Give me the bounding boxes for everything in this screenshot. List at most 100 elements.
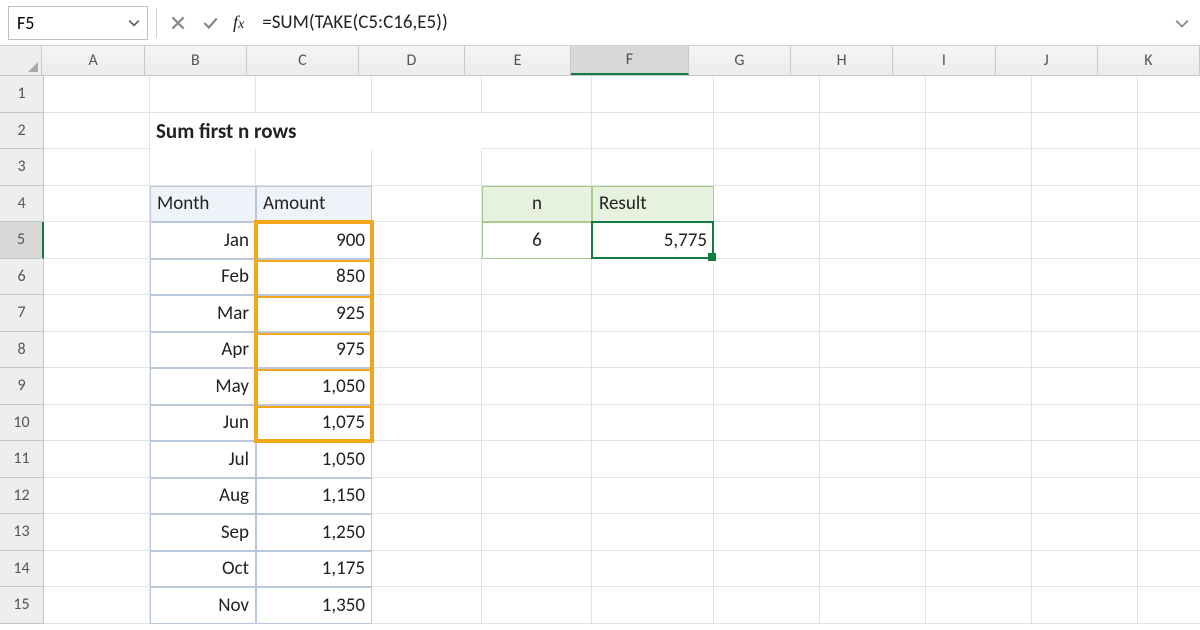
col-header-E[interactable]: E: [465, 46, 571, 75]
cell[interactable]: [1032, 76, 1138, 113]
cell[interactable]: [482, 587, 592, 624]
cell[interactable]: [820, 551, 926, 588]
cell[interactable]: [372, 149, 482, 186]
table-cell-month[interactable]: Aug: [150, 478, 256, 515]
cell[interactable]: [926, 441, 1032, 478]
cell[interactable]: [592, 113, 714, 150]
cell[interactable]: [482, 149, 592, 186]
cell[interactable]: [372, 186, 482, 223]
cell[interactable]: [1138, 514, 1200, 551]
table-header-month[interactable]: Month: [150, 186, 256, 223]
cell[interactable]: [44, 295, 150, 332]
cell[interactable]: [592, 149, 714, 186]
cell[interactable]: [256, 149, 372, 186]
row-header-15[interactable]: 15: [0, 587, 44, 624]
cell[interactable]: [926, 222, 1032, 259]
cell[interactable]: [1138, 478, 1200, 515]
cell[interactable]: [820, 332, 926, 369]
cell[interactable]: [482, 478, 592, 515]
cell[interactable]: [820, 478, 926, 515]
cell[interactable]: [1032, 514, 1138, 551]
result-cell-n[interactable]: 6: [482, 222, 592, 259]
cell[interactable]: [820, 149, 926, 186]
row-header-1[interactable]: 1: [0, 76, 44, 113]
row-header-5[interactable]: 5: [0, 222, 44, 259]
table-cell-month[interactable]: Feb: [150, 259, 256, 296]
col-header-D[interactable]: D: [359, 46, 465, 75]
table-cell-amount[interactable]: 975: [256, 332, 372, 369]
table-cell-amount[interactable]: 1,050: [256, 368, 372, 405]
cell[interactable]: [926, 332, 1032, 369]
cell[interactable]: [714, 332, 820, 369]
cell[interactable]: [1032, 587, 1138, 624]
cell[interactable]: [44, 149, 150, 186]
cell[interactable]: [1032, 295, 1138, 332]
name-box[interactable]: F5: [8, 6, 148, 40]
cell[interactable]: [820, 587, 926, 624]
cell[interactable]: [714, 368, 820, 405]
cell[interactable]: [592, 478, 714, 515]
table-cell-amount[interactable]: 1,075: [256, 405, 372, 442]
cell[interactable]: [592, 76, 714, 113]
cell[interactable]: [150, 76, 256, 113]
cell[interactable]: [1032, 405, 1138, 442]
cell[interactable]: [926, 113, 1032, 150]
table-cell-amount[interactable]: 1,250: [256, 514, 372, 551]
cell[interactable]: [256, 76, 372, 113]
result-header-result[interactable]: Result: [592, 186, 714, 223]
fx-icon[interactable]: fx: [229, 12, 248, 33]
cell[interactable]: [926, 149, 1032, 186]
cell[interactable]: [714, 405, 820, 442]
table-cell-amount[interactable]: 1,350: [256, 587, 372, 624]
cell[interactable]: [1138, 587, 1200, 624]
cell[interactable]: [714, 76, 820, 113]
cell[interactable]: [820, 113, 926, 150]
table-cell-month[interactable]: Nov: [150, 587, 256, 624]
formula-input[interactable]: [254, 6, 1166, 40]
col-header-C[interactable]: C: [247, 46, 359, 75]
cell[interactable]: [592, 332, 714, 369]
cell[interactable]: [482, 259, 592, 296]
cell[interactable]: [1138, 149, 1200, 186]
chevron-down-icon[interactable]: [127, 16, 141, 30]
col-header-I[interactable]: I: [893, 46, 995, 75]
cell[interactable]: [482, 295, 592, 332]
row-header-4[interactable]: 4: [0, 186, 44, 223]
row-header-12[interactable]: 12: [0, 478, 44, 515]
cell[interactable]: [820, 295, 926, 332]
cell[interactable]: [1032, 259, 1138, 296]
cell[interactable]: [44, 551, 150, 588]
col-header-B[interactable]: B: [145, 46, 247, 75]
cell[interactable]: [592, 368, 714, 405]
cell[interactable]: [592, 441, 714, 478]
cell[interactable]: [1138, 405, 1200, 442]
cell[interactable]: [1032, 186, 1138, 223]
col-header-A[interactable]: A: [42, 46, 144, 75]
cell[interactable]: [1032, 113, 1138, 150]
cell[interactable]: [926, 551, 1032, 588]
cell[interactable]: [44, 222, 150, 259]
cell[interactable]: [592, 405, 714, 442]
result-cell-value[interactable]: 5,775: [592, 222, 714, 259]
table-cell-month[interactable]: Jun: [150, 405, 256, 442]
cell[interactable]: [926, 259, 1032, 296]
cell[interactable]: [482, 113, 592, 150]
row-header-9[interactable]: 9: [0, 368, 44, 405]
cell[interactable]: [926, 514, 1032, 551]
cell[interactable]: [372, 514, 482, 551]
cell[interactable]: [1138, 76, 1200, 113]
cell[interactable]: [44, 368, 150, 405]
cell[interactable]: [592, 587, 714, 624]
cell[interactable]: [44, 405, 150, 442]
cell[interactable]: [592, 551, 714, 588]
cell[interactable]: [372, 551, 482, 588]
cell[interactable]: [1032, 368, 1138, 405]
cell[interactable]: [44, 259, 150, 296]
cell[interactable]: [44, 76, 150, 113]
table-cell-amount[interactable]: 1,150: [256, 478, 372, 515]
cell[interactable]: [714, 478, 820, 515]
cell[interactable]: [482, 441, 592, 478]
col-header-H[interactable]: H: [791, 46, 893, 75]
cell[interactable]: [714, 113, 820, 150]
table-cell-month[interactable]: Mar: [150, 295, 256, 332]
